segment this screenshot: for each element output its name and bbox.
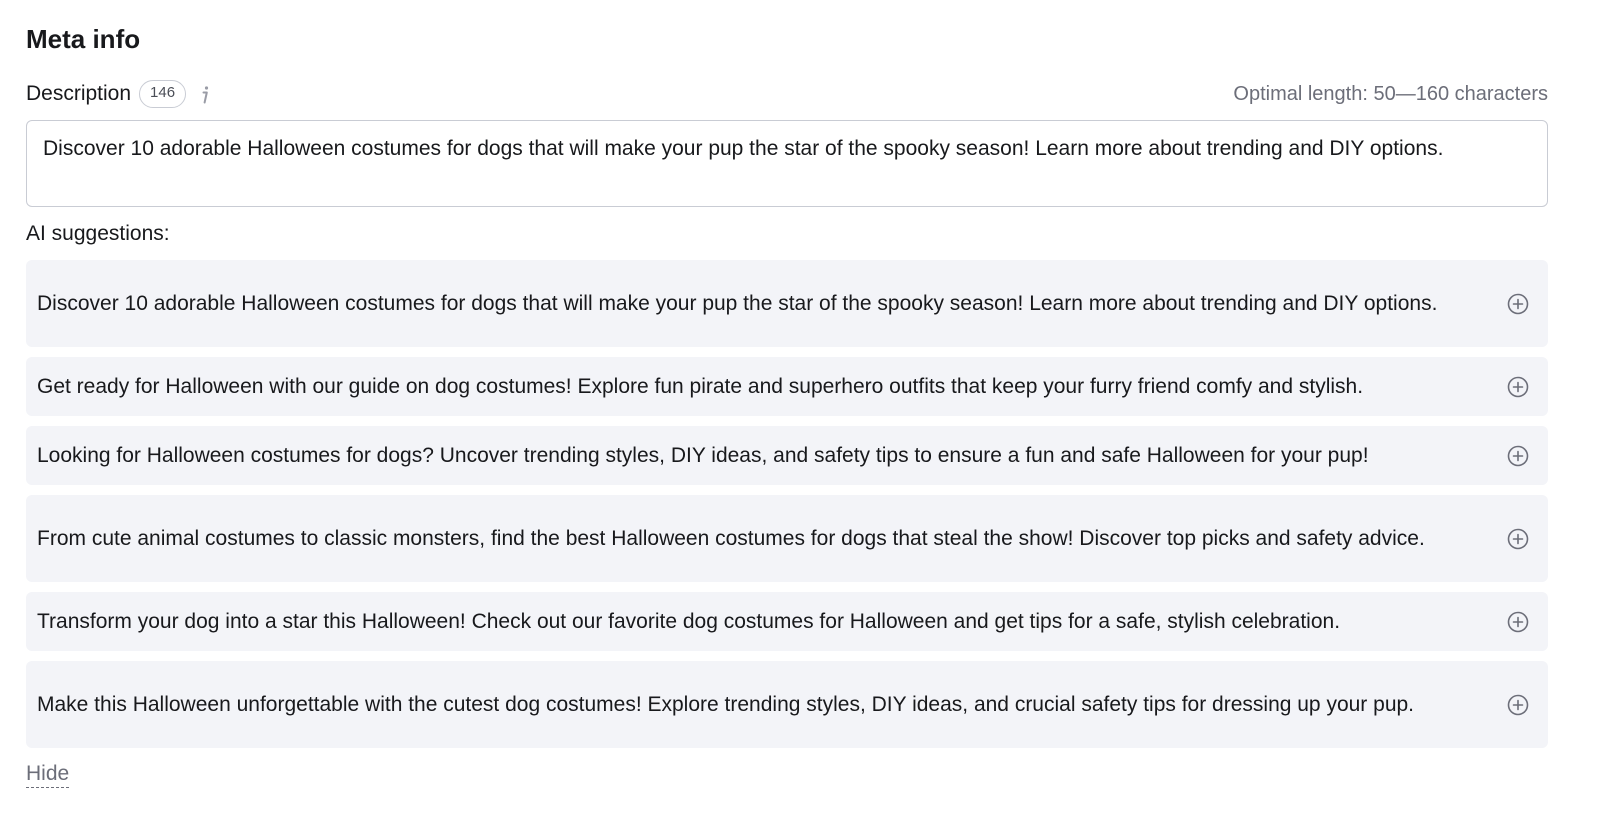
suggestion-text: From cute animal costumes to classic mon… [37,526,1425,550]
suggestion-text: Discover 10 adorable Halloween costumes … [37,291,1438,315]
section-title: Meta info [26,24,141,54]
description-header: Description 146 Optimal length: 50—160 c… [26,78,1548,110]
optimal-length-hint: Optimal length: 50—160 characters [1233,82,1548,105]
suggestion-text: Make this Halloween unforgettable with t… [37,692,1415,716]
suggestion-item[interactable]: Looking for Halloween costumes for dogs?… [26,426,1548,485]
plus-circle-icon[interactable] [1507,293,1529,315]
suggestion-text: Transform your dog into a star this Hall… [37,609,1341,633]
suggestion-item[interactable]: Get ready for Halloween with our guide o… [26,357,1548,416]
plus-circle-icon[interactable] [1507,376,1529,398]
plus-circle-icon[interactable] [1507,528,1529,550]
suggestion-text: Get ready for Halloween with our guide o… [37,374,1364,398]
suggestion-item[interactable]: From cute animal costumes to classic mon… [26,495,1548,582]
plus-circle-icon[interactable] [1507,445,1529,467]
description-label: Description [26,82,132,105]
character-count-badge: 146 [139,80,187,108]
plus-circle-icon[interactable] [1507,694,1529,716]
suggestion-text: Looking for Halloween costumes for dogs?… [37,443,1369,467]
description-field[interactable]: Discover 10 adorable Halloween costumes … [26,120,1548,207]
suggestion-item[interactable]: Transform your dog into a star this Hall… [26,592,1548,651]
suggestion-item[interactable]: Discover 10 adorable Halloween costumes … [26,260,1548,347]
info-icon[interactable] [196,83,214,105]
suggestion-item[interactable]: Make this Halloween unforgettable with t… [26,661,1548,748]
ai-suggestions-label: AI suggestions: [26,222,170,245]
plus-circle-icon[interactable] [1507,611,1529,633]
hide-link[interactable]: Hide [26,761,70,788]
